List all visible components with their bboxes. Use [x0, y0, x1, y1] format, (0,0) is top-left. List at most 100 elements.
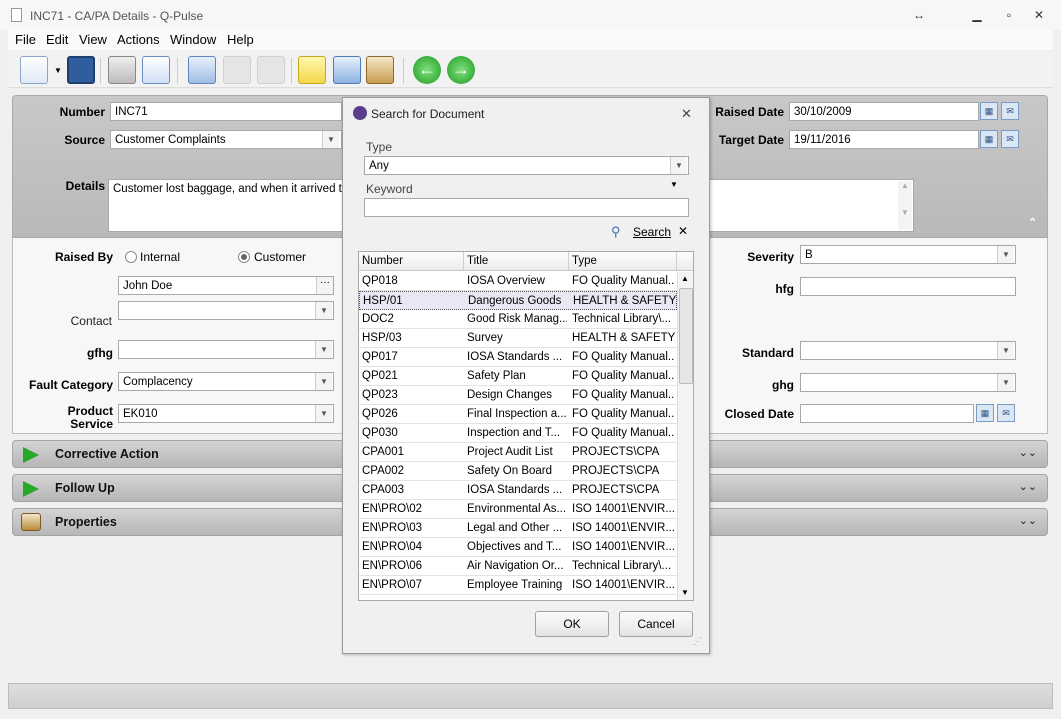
cancel-button[interactable]: Cancel	[619, 611, 693, 637]
table-row[interactable]: QP023 Design Changes FO Quality Manual...	[359, 386, 677, 405]
properties-icon[interactable]	[366, 56, 394, 84]
scroll-down-icon[interactable]: ▼	[681, 588, 689, 597]
chevron-down-icon[interactable]: ▼	[997, 342, 1014, 359]
hierarchy-icon[interactable]	[188, 56, 216, 84]
column-header-type[interactable]: Type	[569, 252, 677, 271]
delete-document-icon[interactable]	[257, 56, 285, 84]
search-icon[interactable]: ⚲	[611, 224, 621, 240]
minimize-button[interactable]: ▁	[966, 6, 988, 24]
table-row[interactable]: QP030 Inspection and T... FO Quality Manua…	[359, 424, 677, 443]
chevron-down-icon[interactable]: ▼	[322, 131, 339, 148]
scroll-up-icon[interactable]: ▲	[681, 274, 689, 283]
edit-document-icon[interactable]	[223, 56, 251, 84]
email-icon[interactable]: ✉	[1001, 102, 1019, 120]
hfg-field[interactable]	[800, 277, 1016, 296]
menu-help[interactable]: Help	[227, 32, 254, 47]
resize-icon[interactable]: ↔	[908, 6, 930, 24]
save-icon[interactable]	[67, 56, 95, 84]
source-select[interactable]: Customer Complaints ▼	[110, 130, 342, 149]
resize-grip-icon[interactable]: ⋰	[693, 636, 702, 647]
table-row[interactable]: EN\PRO\03 Legal and Other ... ISO 14001\EN…	[359, 519, 677, 538]
column-header-title[interactable]: Title	[464, 252, 569, 271]
ok-button[interactable]: OK	[535, 611, 609, 637]
number-field[interactable]: INC71	[110, 102, 342, 121]
chevron-down-icon[interactable]: ▼	[670, 157, 687, 174]
new-dropdown-icon[interactable]: ▼	[54, 66, 62, 75]
forward-arrow-icon[interactable]: →	[447, 56, 475, 84]
standard-select[interactable]: ▼	[800, 341, 1016, 360]
chevron-down-icon[interactable]: ▼	[315, 302, 332, 319]
menu-actions[interactable]: Actions	[117, 32, 160, 47]
keyword-input[interactable]	[364, 198, 689, 217]
dialog-close-button[interactable]: ✕	[681, 106, 692, 122]
table-row[interactable]: QP018 IOSA Overview FO Quality Manual...	[359, 272, 677, 291]
contact-select[interactable]: ▼	[118, 301, 334, 320]
cell-number: HSP/01	[363, 295, 403, 307]
target-date-field[interactable]: 19/11/2016	[789, 130, 979, 149]
close-button[interactable]: ✕	[1028, 6, 1050, 24]
table-row[interactable]: DOC2 Good Risk Manag... Technical Library\…	[359, 310, 677, 329]
new-document-icon[interactable]	[20, 56, 48, 84]
search-button[interactable]: Search	[633, 225, 671, 239]
table-row[interactable]: EN\PRO\07 Employee Training ISO 14001\ENVI…	[359, 576, 677, 595]
scroll-thumb[interactable]	[679, 288, 693, 384]
calendar-icon[interactable]: ▦	[980, 102, 998, 120]
menu-view[interactable]: View	[79, 32, 107, 47]
chevron-down-icon[interactable]: ▼	[997, 246, 1014, 263]
hfg-label: hfg	[775, 282, 794, 296]
gfhg-select[interactable]: ▼	[118, 340, 334, 359]
collapse-chevron-icon[interactable]: ⌃	[1028, 216, 1037, 229]
grid-scrollbar[interactable]: ▲ ▼	[677, 272, 693, 600]
table-row[interactable]: EN\PRO\02 Environmental As... ISO 14001\EN…	[359, 500, 677, 519]
chevron-down-icon[interactable]: ▼	[997, 374, 1014, 391]
fault-category-select[interactable]: Complacency ▼	[118, 372, 334, 391]
cell-type: PROJECTS\CPA	[572, 484, 660, 496]
table-row[interactable]: EN\PRO\06 Air Navigation Or... Technical L…	[359, 557, 677, 576]
print-preview-icon[interactable]	[142, 56, 170, 84]
raised-date-field[interactable]: 30/10/2009	[789, 102, 979, 121]
add-note-icon[interactable]	[298, 56, 326, 84]
customer-radio[interactable]	[238, 251, 250, 263]
back-arrow-icon[interactable]: ←	[413, 56, 441, 84]
product-select[interactable]: EK010 ▼	[118, 404, 334, 423]
calendar-icon[interactable]: ▦	[980, 130, 998, 148]
cell-number: EN\PRO\04	[362, 541, 423, 553]
table-row[interactable]: HSP/01 Dangerous Goods HEALTH & SAFETY...	[359, 291, 677, 310]
table-row[interactable]: CPA001 Project Audit List PROJECTS\CPA	[359, 443, 677, 462]
menu-window[interactable]: Window	[170, 32, 216, 47]
table-row[interactable]: CPA002 Safety On Board PROJECTS\CPA	[359, 462, 677, 481]
details-scrollbar[interactable]: ▲ ▼	[898, 181, 912, 230]
keyword-dropdown-icon[interactable]: ▼	[670, 180, 678, 189]
internal-radio[interactable]	[125, 251, 137, 263]
menu-edit[interactable]: Edit	[46, 32, 68, 47]
title-bar: INC71 - CA/PA Details - Q-Pulse ↔ ▁ ▫ ✕	[0, 0, 1061, 30]
expand-chevron-icon[interactable]: ⌄⌄	[1019, 446, 1037, 459]
ellipsis-button[interactable]: ···	[316, 277, 333, 294]
table-row[interactable]: HSP/03 Survey HEALTH & SAFETY...	[359, 329, 677, 348]
type-select[interactable]: Any ▼	[364, 156, 689, 175]
chevron-down-icon[interactable]: ▼	[315, 405, 332, 422]
table-row[interactable]: QP017 IOSA Standards ... FO Quality Manual…	[359, 348, 677, 367]
restore-button[interactable]: ▫	[998, 6, 1020, 24]
ghg-select[interactable]: ▼	[800, 373, 1016, 392]
email-icon[interactable]: ✉	[997, 404, 1015, 422]
menu-file[interactable]: File	[15, 32, 36, 47]
table-row[interactable]: QP021 Safety Plan FO Quality Manual...	[359, 367, 677, 386]
column-header-number[interactable]: Number	[359, 252, 464, 271]
table-row[interactable]: QP026 Final Inspection a... FO Quality Man…	[359, 405, 677, 424]
table-row[interactable]: EN\PRO\04 Objectives and T... ISO 14001\EN…	[359, 538, 677, 557]
contact-name-field[interactable]: John Doe	[118, 276, 334, 295]
clear-search-icon[interactable]: ✕	[678, 224, 688, 238]
severity-select[interactable]: B ▼	[800, 245, 1016, 264]
expand-chevron-icon[interactable]: ⌄⌄	[1019, 480, 1037, 493]
email-icon[interactable]: ✉	[1001, 130, 1019, 148]
chevron-down-icon[interactable]: ▼	[315, 373, 332, 390]
chevron-down-icon[interactable]: ▼	[315, 341, 332, 358]
print-icon[interactable]	[108, 56, 136, 84]
number-label: Number	[59, 105, 105, 119]
closed-date-field[interactable]	[800, 404, 974, 423]
table-row[interactable]: CPA003 IOSA Standards ... PROJECTS\CPA	[359, 481, 677, 500]
calendar-icon[interactable]: ▦	[976, 404, 994, 422]
attachment-icon[interactable]	[333, 56, 361, 84]
expand-chevron-icon[interactable]: ⌄⌄	[1019, 514, 1037, 527]
